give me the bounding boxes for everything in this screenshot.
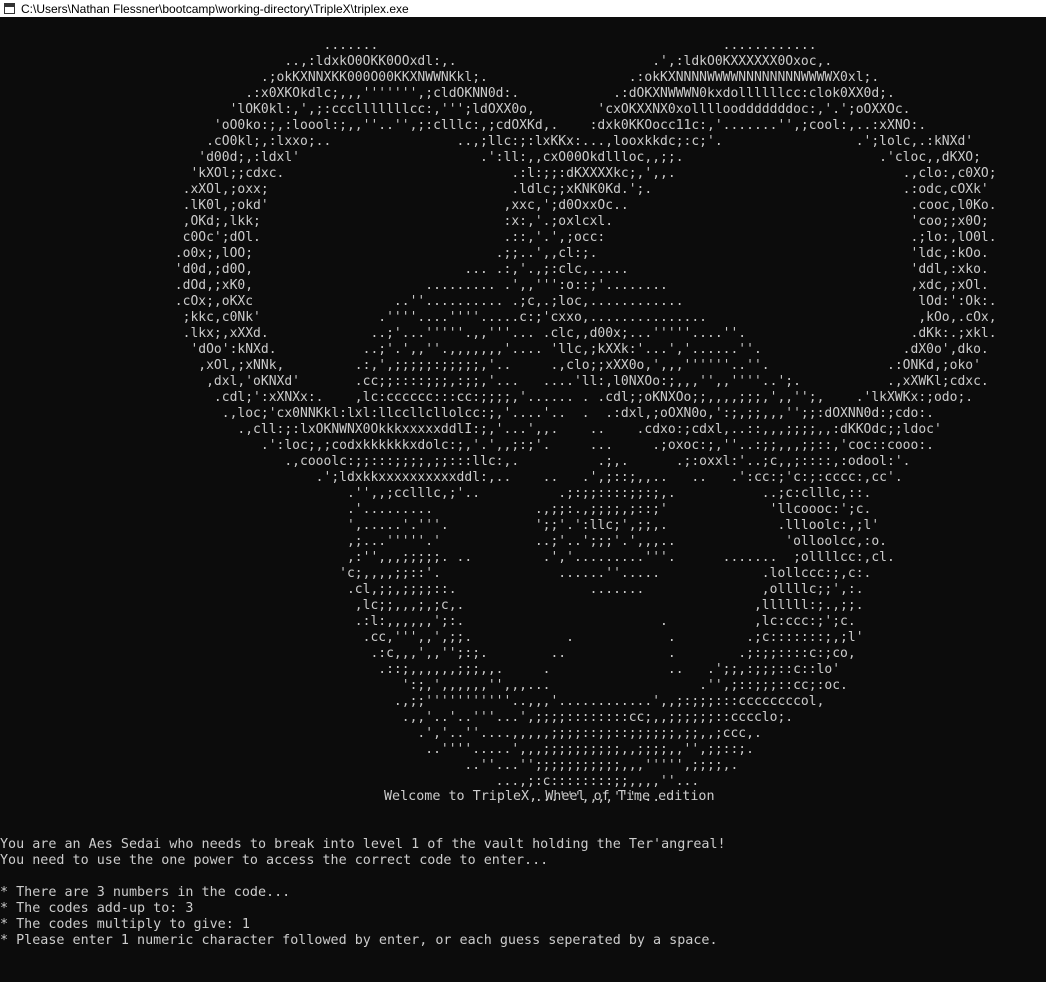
title-bar[interactable]: C:\Users\Nathan Flessner\bootcamp\workin… <box>0 0 1046 17</box>
ascii-art-face: ....... ............ ..,:ldxkO0OKK0OOxdl… <box>174 38 997 805</box>
instructions-text: You are an Aes Sedai who needs to break … <box>0 837 726 948</box>
window-title: C:\Users\Nathan Flessner\bootcamp\workin… <box>21 1 409 16</box>
console-area[interactable]: ....... ............ ..,:ldxkO0OKK0OOxdl… <box>0 17 1046 982</box>
console-app-icon <box>4 3 15 14</box>
welcome-text: Welcome to TripleX, Wheel of Time editio… <box>384 789 715 804</box>
